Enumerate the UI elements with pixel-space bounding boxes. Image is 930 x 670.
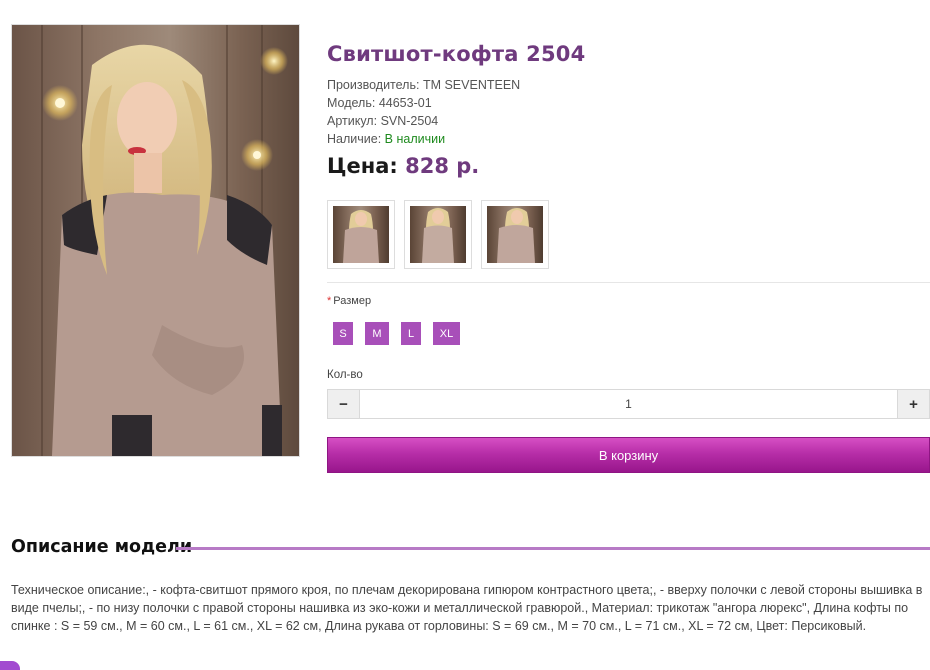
sku-row: Артикул: SVN-2504 [327, 112, 520, 130]
quantity-decrease-button[interactable]: − [328, 390, 360, 418]
sku-label: Артикул: [327, 114, 378, 128]
manufacturer-label: Производитель: [327, 78, 420, 92]
thumbnail-gallery [327, 200, 549, 269]
quantity-label: Кол-во [327, 369, 363, 381]
price-label: Цена: [327, 154, 398, 178]
size-button-m[interactable]: M [365, 322, 389, 345]
required-mark: * [327, 295, 332, 307]
description-heading-rule [176, 547, 930, 550]
manufacturer-value[interactable]: TM SEVENTEEN [423, 78, 520, 92]
size-button-l[interactable]: L [401, 322, 421, 345]
price-value: 828 р. [405, 154, 480, 178]
size-option-label: * Размер [327, 295, 371, 307]
options-divider [327, 282, 930, 283]
quantity-increase-button[interactable]: + [897, 390, 929, 418]
corner-widget[interactable] [0, 661, 20, 670]
availability-row: Наличие: В наличии [327, 130, 520, 148]
availability-label: Наличие: [327, 132, 382, 146]
quantity-stepper: − + [327, 389, 930, 419]
product-main-image[interactable] [11, 24, 300, 457]
add-to-cart-button[interactable]: В корзину [327, 437, 930, 473]
size-button-s[interactable]: S [333, 322, 353, 345]
availability-value: В наличии [384, 132, 446, 146]
size-label-text: Размер [333, 295, 372, 307]
size-options: S M L XL [333, 322, 472, 345]
description-text: Техническое описание:, - кофта-свитшот п… [11, 583, 923, 633]
thumbnail-2[interactable] [404, 200, 472, 269]
description-heading: Описание модели [11, 537, 193, 557]
quantity-input[interactable] [360, 390, 897, 418]
manufacturer-row: Производитель: TM SEVENTEEN [327, 76, 520, 94]
model-row: Модель: 44653-01 [327, 94, 520, 112]
thumbnail-3[interactable] [481, 200, 549, 269]
model-value: 44653-01 [378, 96, 432, 110]
product-title: Свитшот-кофта 2504 [327, 42, 586, 66]
product-price: Цена: 828 р. [327, 154, 479, 178]
product-meta: Производитель: TM SEVENTEEN Модель: 4465… [327, 76, 520, 148]
model-label: Модель: [327, 96, 376, 110]
sku-value: SVN-2504 [380, 114, 439, 128]
thumbnail-1[interactable] [327, 200, 395, 269]
size-button-xl[interactable]: XL [433, 322, 460, 345]
